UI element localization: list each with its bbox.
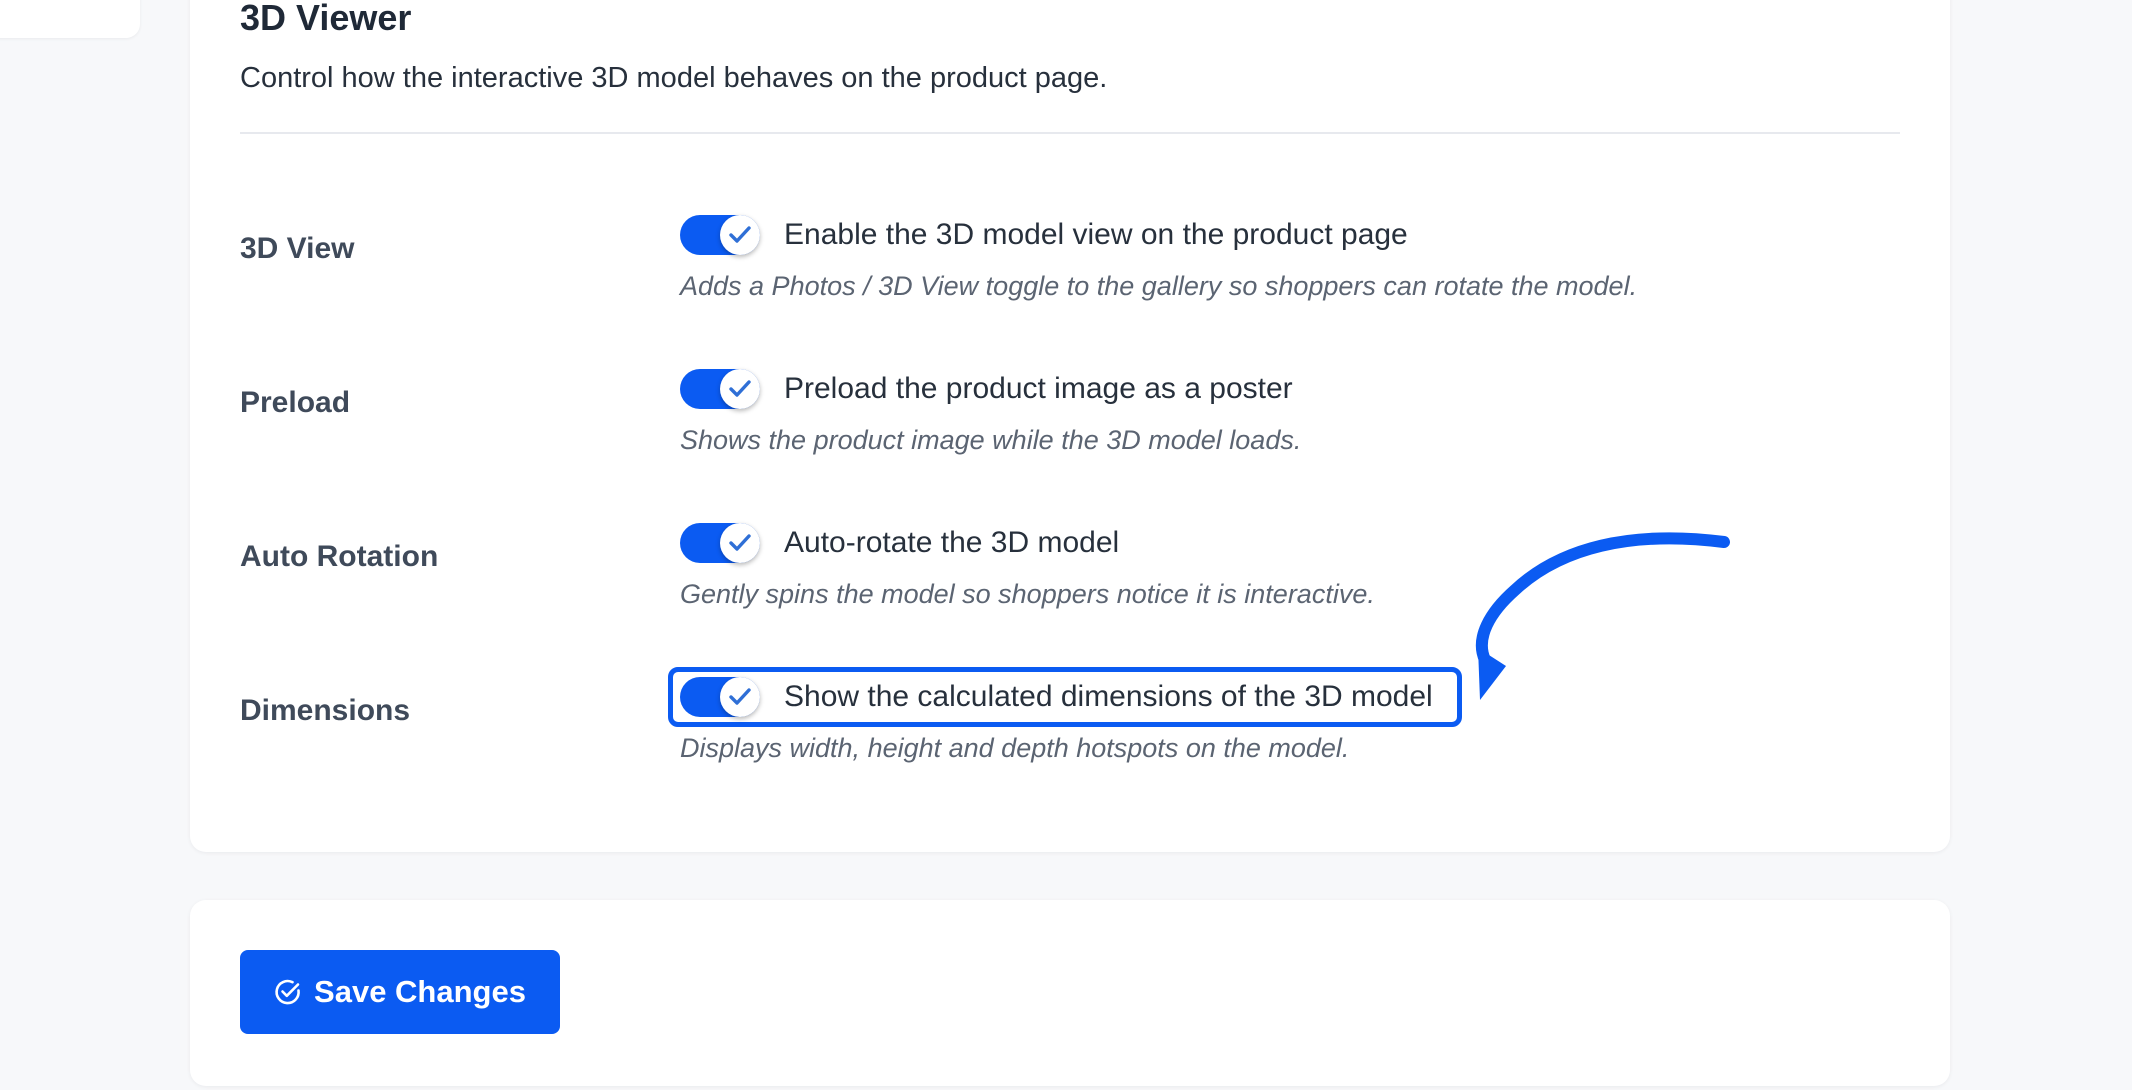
- check-circle-icon: [274, 978, 302, 1006]
- setting-row-auto-rotation: Auto Rotation Auto-rotate the 3D model G…: [190, 523, 1950, 643]
- help-text-auto-rotation: Gently spins the model so shoppers notic…: [680, 579, 1375, 609]
- toggle-knob: [720, 523, 760, 563]
- setting-label-auto-rotation: Auto Rotation: [240, 540, 439, 573]
- section-description: Control how the interactive 3D model beh…: [240, 62, 1108, 94]
- setting-label-dimensions: Dimensions: [240, 694, 411, 727]
- viewer-settings-card: 3D Viewer Control how the interactive 3D…: [190, 0, 1950, 852]
- option-text-dimensions[interactable]: Show the calculated dimensions of the 3D…: [784, 679, 1433, 715]
- setting-row-preload: Preload Preload the product image as a p…: [190, 369, 1950, 489]
- help-text-3d-view: Adds a Photos / 3D View toggle to the ga…: [680, 271, 1638, 301]
- save-card: Save Changes: [190, 900, 1950, 1086]
- option-text-preload[interactable]: Preload the product image as a poster: [784, 371, 1293, 407]
- checkmark-icon: [729, 534, 751, 551]
- toggle-dimensions[interactable]: [680, 677, 760, 717]
- option-text-3d-view[interactable]: Enable the 3D model view on the product …: [784, 217, 1408, 253]
- section-divider: [240, 132, 1900, 134]
- section-title: 3D Viewer: [240, 0, 412, 38]
- checkmark-icon: [729, 380, 751, 397]
- setting-label-3d-view: 3D View: [240, 232, 355, 265]
- toggle-knob: [720, 369, 760, 409]
- option-text-auto-rotation[interactable]: Auto-rotate the 3D model: [784, 525, 1119, 561]
- setting-row-3d-view: 3D View Enable the 3D model view on the …: [190, 215, 1950, 335]
- settings-page: 3D Viewer Control how the interactive 3D…: [0, 0, 2132, 1090]
- help-text-dimensions: Displays width, height and depth hotspot…: [680, 733, 1350, 763]
- checkmark-icon: [729, 226, 751, 243]
- help-text-preload: Shows the product image while the 3D mod…: [680, 425, 1302, 455]
- setting-row-dimensions: Dimensions Show the calculated dimension…: [190, 667, 1950, 797]
- save-changes-label: Save Changes: [314, 974, 526, 1009]
- toggle-auto-rotation[interactable]: [680, 523, 760, 563]
- toggle-3d-view[interactable]: [680, 215, 760, 255]
- setting-label-preload: Preload: [240, 386, 351, 419]
- sidebar-card-edge: [0, 0, 140, 38]
- toggle-knob: [720, 215, 760, 255]
- checkmark-icon: [729, 688, 751, 705]
- save-changes-button[interactable]: Save Changes: [240, 950, 560, 1034]
- toggle-preload[interactable]: [680, 369, 760, 409]
- toggle-knob: [720, 677, 760, 717]
